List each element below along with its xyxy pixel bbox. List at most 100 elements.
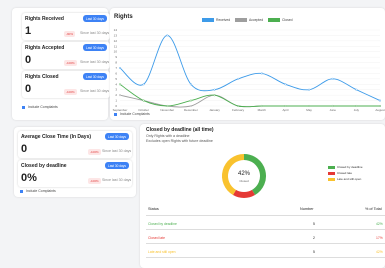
x-tick-label: June bbox=[329, 108, 336, 112]
checkbox-icon[interactable] bbox=[114, 112, 117, 116]
since-label: Since last 30 days bbox=[80, 31, 110, 35]
closed-by-deadline-value: 0% bbox=[21, 172, 37, 184]
data-point[interactable] bbox=[355, 88, 358, 91]
since-label: Since last 30 days bbox=[80, 89, 110, 93]
data-point[interactable] bbox=[118, 67, 121, 70]
y-tick-label: 3 bbox=[115, 88, 117, 92]
data-point[interactable] bbox=[237, 104, 240, 107]
data-point[interactable] bbox=[166, 104, 169, 107]
data-point[interactable] bbox=[260, 104, 263, 107]
y-tick-label: 7 bbox=[115, 66, 117, 70]
table-row-percent: 17% bbox=[376, 236, 383, 240]
x-tick-label: April bbox=[282, 108, 288, 112]
data-point[interactable] bbox=[260, 72, 263, 75]
closed-by-deadline-card: Closed by deadline Last 30 days 0% -100%… bbox=[18, 160, 132, 187]
y-tick-label: 9 bbox=[115, 55, 117, 59]
include-complaints-toggle-chart[interactable]: Include Complaints bbox=[114, 112, 150, 116]
column-header-status[interactable]: Status bbox=[148, 207, 159, 211]
table-row-status: Closed by deadline bbox=[148, 222, 177, 226]
data-point[interactable] bbox=[142, 99, 145, 102]
table-row-status: Late and still open bbox=[148, 250, 176, 254]
legend-label: Closed late bbox=[337, 171, 353, 175]
data-point[interactable] bbox=[284, 83, 287, 86]
rights-stats-panel: Rights Received Last 30 days 1 -90% Sinc… bbox=[12, 8, 110, 120]
period-badge[interactable]: Last 30 days bbox=[82, 44, 107, 51]
change-badge: -100% bbox=[64, 89, 77, 95]
donut-percent: 42% bbox=[237, 171, 250, 177]
y-tick-label: 11 bbox=[114, 44, 117, 48]
donut-legend-closed-late[interactable]: Closed late bbox=[328, 171, 352, 175]
period-badge[interactable]: Last 30 days bbox=[104, 133, 129, 140]
data-point[interactable] bbox=[308, 88, 311, 91]
legend-swatch bbox=[328, 177, 335, 181]
table-row-number: 5 bbox=[313, 250, 315, 254]
table-row-percent: 42% bbox=[376, 222, 383, 226]
data-point[interactable] bbox=[308, 104, 311, 107]
legend-swatch bbox=[328, 165, 335, 169]
x-tick-label: January bbox=[209, 108, 220, 112]
donut-label: Closed bbox=[239, 179, 249, 183]
x-tick-label: March bbox=[258, 108, 267, 112]
rights-accepted-card: Rights Accepted Last 30 days 0 -100% Sin… bbox=[22, 42, 110, 69]
data-point[interactable] bbox=[189, 104, 192, 107]
legend-label: Late and still open bbox=[337, 177, 362, 181]
data-point[interactable] bbox=[213, 94, 216, 97]
data-point[interactable] bbox=[118, 94, 121, 97]
y-tick-label: 8 bbox=[115, 61, 117, 65]
y-tick-label: 13 bbox=[114, 33, 118, 37]
panel-title: Closed by deadline (all time) bbox=[146, 127, 214, 133]
donut-slice[interactable] bbox=[233, 189, 255, 198]
y-tick-label: 12 bbox=[114, 39, 118, 43]
table-row-number: 5 bbox=[313, 222, 315, 226]
period-badge[interactable]: Last 30 days bbox=[82, 15, 107, 22]
include-complaints-toggle[interactable]: Include Complaints bbox=[22, 105, 58, 109]
donut-legend-late-open[interactable]: Late and still open bbox=[328, 177, 361, 181]
donut-legend-closed-by-deadline[interactable]: Closed by deadline bbox=[328, 165, 363, 169]
data-point[interactable] bbox=[331, 77, 334, 80]
panel-subtitle-2: Excludes open Rights with future deadlin… bbox=[146, 139, 213, 143]
data-point[interactable] bbox=[142, 83, 145, 86]
legend-label: Closed by deadline bbox=[337, 165, 363, 169]
include-complaints-label: Include Complaints bbox=[120, 112, 150, 116]
data-point[interactable] bbox=[118, 83, 121, 86]
include-complaints-toggle-2[interactable]: Include Complaints bbox=[20, 189, 56, 193]
rights-received-value: 1 bbox=[25, 25, 32, 37]
checkbox-icon[interactable] bbox=[20, 189, 23, 193]
table-row-number: 2 bbox=[313, 236, 315, 240]
y-tick-label: 14 bbox=[114, 28, 118, 32]
period-badge[interactable]: Last 30 days bbox=[104, 162, 129, 169]
y-tick-label: 4 bbox=[115, 82, 117, 86]
data-point[interactable] bbox=[189, 83, 192, 86]
checkbox-icon[interactable] bbox=[22, 105, 25, 109]
data-point[interactable] bbox=[379, 99, 382, 102]
data-point[interactable] bbox=[284, 104, 287, 107]
donut-chart bbox=[222, 154, 266, 198]
data-point[interactable] bbox=[166, 34, 169, 37]
y-tick-label: 1 bbox=[115, 99, 117, 103]
data-point[interactable] bbox=[189, 99, 192, 102]
y-tick-label: 10 bbox=[114, 50, 118, 54]
rights-chart-card: Rights Received Accepted Closed 01234567… bbox=[110, 8, 385, 120]
column-header-number[interactable]: Number bbox=[300, 207, 314, 211]
close-time-panel: Average Close Time (In Days) Last 30 day… bbox=[14, 127, 136, 197]
data-point[interactable] bbox=[237, 77, 240, 80]
data-point[interactable] bbox=[355, 104, 358, 107]
data-point[interactable] bbox=[213, 88, 216, 91]
closed-by-deadline-panel: Closed by deadline (all time) Only Right… bbox=[140, 124, 385, 268]
data-point[interactable] bbox=[331, 104, 334, 107]
x-tick-label: May bbox=[306, 108, 312, 112]
rights-accepted-title: Rights Accepted bbox=[25, 45, 65, 51]
panel-subtitle: Only Rights with a deadline bbox=[146, 134, 190, 138]
period-badge[interactable]: Last 30 days bbox=[82, 73, 107, 80]
since-label: Since last 30 days bbox=[80, 60, 110, 64]
rights-closed-title: Rights Closed bbox=[25, 74, 59, 80]
data-point[interactable] bbox=[379, 104, 382, 107]
average-close-time-title: Average Close Time (In Days) bbox=[21, 134, 92, 140]
rights-accepted-value: 0 bbox=[25, 54, 32, 66]
y-tick-label: 5 bbox=[115, 77, 117, 81]
y-tick-label: 2 bbox=[115, 93, 117, 97]
rights-received-card: Rights Received Last 30 days 1 -90% Sinc… bbox=[22, 13, 110, 40]
rights-closed-card: Rights Closed Last 30 days 0 -100% Since… bbox=[22, 71, 110, 98]
column-header-percent[interactable]: % of Total bbox=[365, 207, 382, 211]
line-chart: 01234567891011121314September October Nove… bbox=[113, 28, 385, 112]
